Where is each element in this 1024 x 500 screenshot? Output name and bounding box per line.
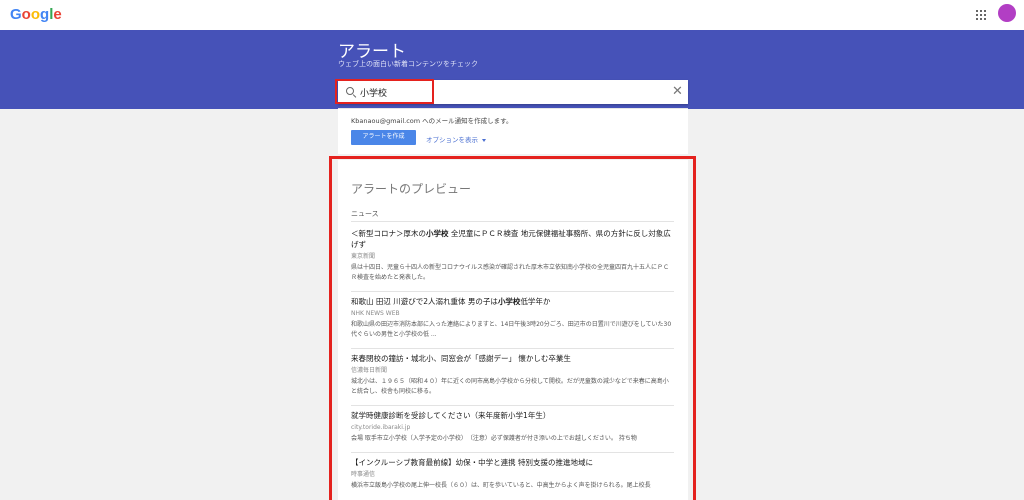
create-alert-button[interactable]: アラートを作成 — [351, 130, 416, 145]
close-icon[interactable]: ✕ — [672, 84, 683, 100]
apps-grid-icon[interactable] — [976, 10, 986, 20]
preview-highlight-box — [329, 156, 696, 500]
alert-settings-card: Kbanaou@gmail.com へのメール通知を作成します。 アラートを作成… — [338, 108, 688, 154]
top-bar: Google — [0, 0, 1024, 30]
show-options-label: オプションを表示 — [426, 136, 478, 144]
query-highlight-box — [335, 79, 434, 104]
google-logo[interactable]: Google — [10, 6, 62, 23]
show-options-link[interactable]: オプションを表示 — [426, 134, 486, 144]
email-notice: Kbanaou@gmail.com へのメール通知を作成します。 — [351, 117, 513, 125]
page-subtitle: ウェブ上の面白い新着コンテンツをチェック — [338, 60, 478, 68]
avatar[interactable] — [998, 4, 1016, 22]
caret-down-icon — [482, 138, 486, 142]
